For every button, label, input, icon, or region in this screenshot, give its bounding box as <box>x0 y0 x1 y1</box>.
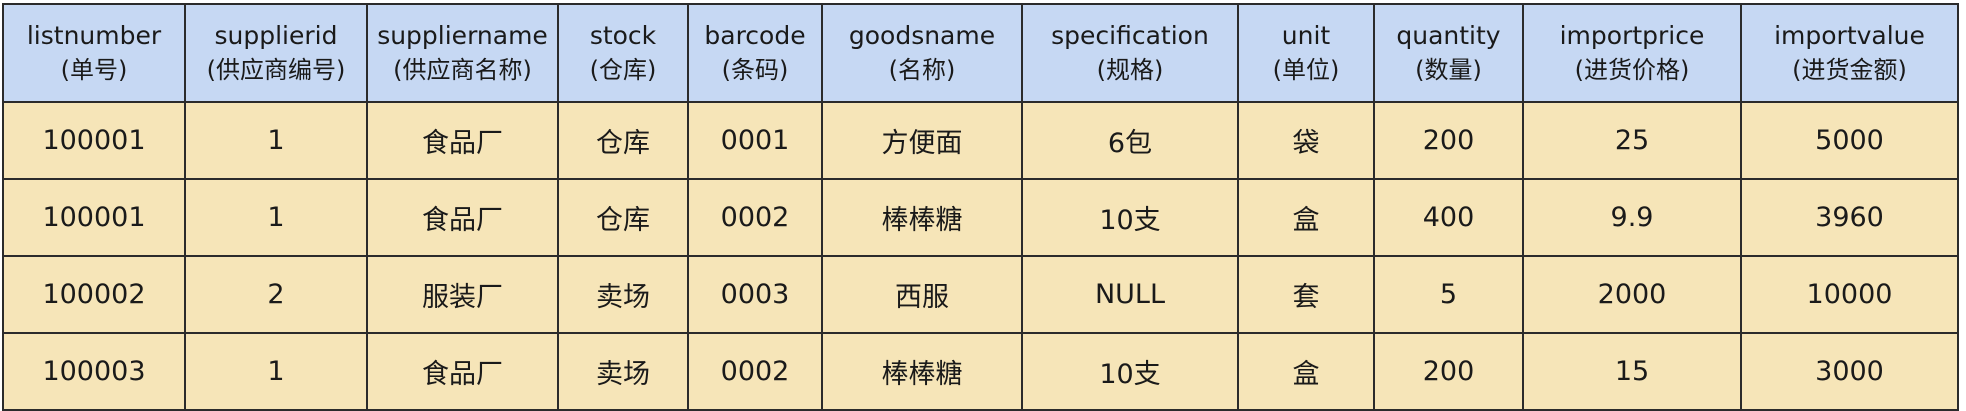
cell-unit: 袋 <box>1237 101 1375 180</box>
cell-stock: 卖场 <box>557 332 689 411</box>
cell-listnumber: 100003 <box>2 332 186 411</box>
column-header-en: specification <box>1051 21 1209 50</box>
column-header-supplierid: supplierid (供应商编号) <box>184 3 368 103</box>
table-body: 100001 1 食品厂 仓库 0001 方便面 6包 袋 200 25 500… <box>2 101 1959 411</box>
column-header-cn: (仓库) <box>589 56 657 84</box>
cell-importvalue: 3960 <box>1740 178 1959 257</box>
cell-importvalue: 10000 <box>1740 255 1959 334</box>
cell-quantity: 200 <box>1373 101 1524 180</box>
cell-stock: 卖场 <box>557 255 689 334</box>
cell-goodsname: 棒棒糖 <box>821 332 1023 411</box>
column-header-en: supplierid <box>214 21 338 50</box>
cell-unit: 套 <box>1237 255 1375 334</box>
cell-specification: 10支 <box>1021 332 1239 411</box>
column-header-en: listnumber <box>26 21 162 50</box>
cell-goodsname: 西服 <box>821 255 1023 334</box>
column-header-en: goodsname <box>848 21 996 50</box>
column-header-cn: (供应商编号) <box>206 56 346 84</box>
column-header-en: importprice <box>1559 21 1705 50</box>
cell-goodsname: 方便面 <box>821 101 1023 180</box>
cell-suppliername: 食品厂 <box>366 332 559 411</box>
cell-importvalue: 5000 <box>1740 101 1959 180</box>
table-row: 100003 1 食品厂 卖场 0002 棒棒糖 10支 盒 200 15 30… <box>2 332 1959 411</box>
column-header-quantity: quantity (数量) <box>1373 3 1524 103</box>
cell-importprice: 25 <box>1522 101 1742 180</box>
column-header-cn: (供应商名称) <box>393 56 532 84</box>
header-row: listnumber (单号) supplierid (供应商编号) supplie… <box>2 3 1959 103</box>
cell-unit: 盒 <box>1237 332 1375 411</box>
column-header-importprice: importprice (进货价格) <box>1522 3 1742 103</box>
cell-quantity: 5 <box>1373 255 1524 334</box>
column-header-cn: (名称) <box>888 56 956 84</box>
table-row: 100002 2 服装厂 卖场 0003 西服 NULL 套 5 2000 10… <box>2 255 1959 334</box>
screenshot-canvas: listnumber (单号) supplierid (供应商编号) supplie… <box>0 0 1966 411</box>
table-header: listnumber (单号) supplierid (供应商编号) supplie… <box>2 3 1959 103</box>
cell-importprice: 9.9 <box>1522 178 1742 257</box>
cell-importprice: 15 <box>1522 332 1742 411</box>
cell-specification: 6包 <box>1021 101 1239 180</box>
cell-goodsname: 棒棒糖 <box>821 178 1023 257</box>
cell-listnumber: 100001 <box>2 101 186 180</box>
column-header-cn: (单号) <box>60 56 128 84</box>
cell-specification: NULL <box>1021 255 1239 334</box>
cell-suppliername: 服装厂 <box>366 255 559 334</box>
column-header-goodsname: goodsname (名称) <box>821 3 1023 103</box>
column-header-barcode: barcode (条码) <box>687 3 823 103</box>
cell-supplierid: 1 <box>184 332 368 411</box>
cell-quantity: 400 <box>1373 178 1524 257</box>
cell-importprice: 2000 <box>1522 255 1742 334</box>
cell-barcode: 0002 <box>687 178 823 257</box>
cell-quantity: 200 <box>1373 332 1524 411</box>
column-header-cn: (进货价格) <box>1574 56 1690 84</box>
cell-unit: 盒 <box>1237 178 1375 257</box>
cell-listnumber: 100002 <box>2 255 186 334</box>
cell-stock: 仓库 <box>557 101 689 180</box>
cell-specification: 10支 <box>1021 178 1239 257</box>
column-header-en: quantity <box>1396 21 1501 50</box>
column-header-en: stock <box>589 21 657 50</box>
column-header-en: unit <box>1281 21 1331 50</box>
column-header-stock: stock (仓库) <box>557 3 689 103</box>
column-header-cn: (数量) <box>1415 56 1482 84</box>
column-header-suppliername: suppliername (供应商名称) <box>366 3 559 103</box>
cell-barcode: 0003 <box>687 255 823 334</box>
column-header-listnumber: listnumber (单号) <box>2 3 186 103</box>
column-header-unit: unit (单位) <box>1237 3 1375 103</box>
column-header-importvalue: importvalue (进货金额) <box>1740 3 1959 103</box>
cell-stock: 仓库 <box>557 178 689 257</box>
column-header-specification: specification (规格) <box>1021 3 1239 103</box>
cell-importvalue: 3000 <box>1740 332 1959 411</box>
cell-supplierid: 1 <box>184 178 368 257</box>
column-header-en: suppliername <box>377 21 548 50</box>
column-header-en: importvalue <box>1774 21 1925 50</box>
cell-listnumber: 100001 <box>2 178 186 257</box>
table-row: 100001 1 食品厂 仓库 0002 棒棒糖 10支 盒 400 9.9 3… <box>2 178 1959 257</box>
column-header-en: barcode <box>704 21 806 50</box>
cell-supplierid: 1 <box>184 101 368 180</box>
table-row: 100001 1 食品厂 仓库 0001 方便面 6包 袋 200 25 500… <box>2 101 1959 180</box>
cell-barcode: 0001 <box>687 101 823 180</box>
cell-suppliername: 食品厂 <box>366 178 559 257</box>
column-header-cn: (进货金额) <box>1792 56 1907 84</box>
cell-barcode: 0002 <box>687 332 823 411</box>
column-header-cn: (条码) <box>721 56 789 84</box>
column-header-cn: (单位) <box>1272 56 1340 84</box>
cell-supplierid: 2 <box>184 255 368 334</box>
import-list-table: listnumber (单号) supplierid (供应商编号) supplie… <box>2 3 1959 411</box>
column-header-cn: (规格) <box>1096 56 1164 84</box>
cell-suppliername: 食品厂 <box>366 101 559 180</box>
